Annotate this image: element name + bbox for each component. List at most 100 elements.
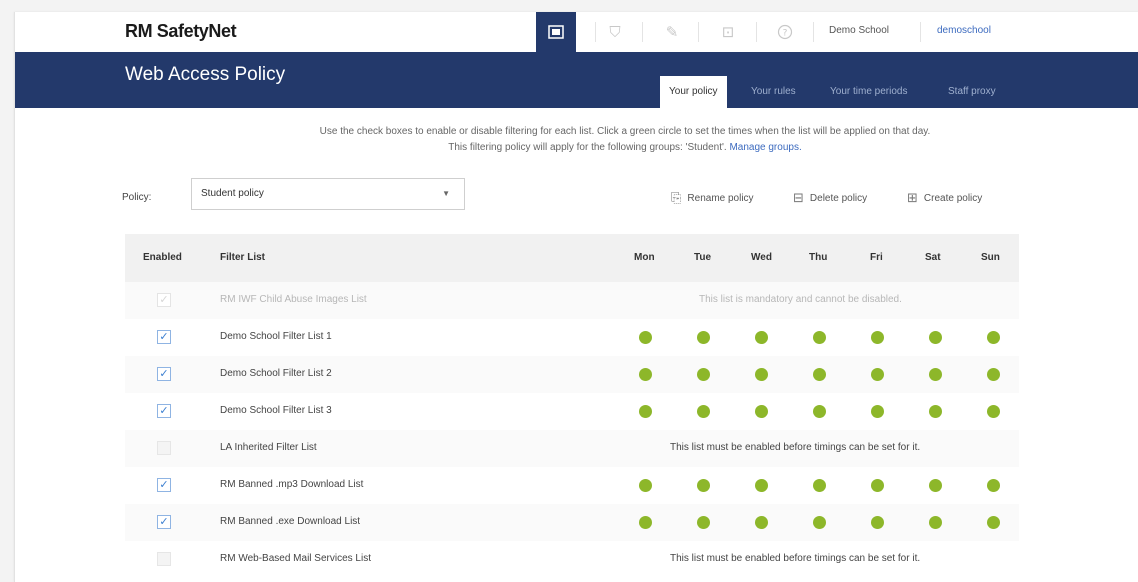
timing-dot-mon[interactable]: [639, 331, 652, 344]
mandatory-note: This list is mandatory and cannot be dis…: [699, 294, 902, 305]
enabled-checkbox[interactable]: [157, 552, 171, 566]
header-mon: Mon: [634, 252, 655, 263]
timing-dot-sat[interactable]: [929, 368, 942, 381]
header-filter-list: Filter List: [220, 252, 266, 263]
intro-groups-text: This filtering policy will apply for the…: [448, 142, 727, 153]
policy-dropdown[interactable]: Student policy ▼: [191, 178, 465, 210]
page-header: Web Access Policy Your policy Your rules…: [15, 52, 1138, 108]
timing-dot-fri[interactable]: [871, 405, 884, 418]
filter-list-name: Demo School Filter List 2: [220, 368, 332, 379]
delete-policy-button[interactable]: ⊟ Delete policy: [793, 190, 867, 206]
rename-policy-button[interactable]: ⎘ Rename policy: [671, 190, 754, 206]
username-link[interactable]: demoschool: [937, 25, 991, 36]
rename-icon: ⎘: [671, 190, 682, 205]
timing-dot-thu[interactable]: [813, 516, 826, 529]
header-sun: Sun: [981, 252, 1000, 263]
create-icon: ⊞: [907, 190, 918, 205]
timing-dot-wed[interactable]: [755, 516, 768, 529]
timing-dot-thu[interactable]: [813, 405, 826, 418]
create-policy-label: Create policy: [923, 192, 983, 204]
create-policy-button[interactable]: ⊞ Create policy: [907, 190, 982, 206]
header-fri: Fri: [870, 252, 883, 263]
timing-dot-sat[interactable]: [929, 479, 942, 492]
enabled-checkbox[interactable]: ✓: [157, 404, 171, 418]
timing-dot-tue[interactable]: [697, 331, 710, 344]
policy-selected-value: Student policy: [201, 188, 264, 199]
intro-text: Use the check boxes to enable or disable…: [125, 124, 1125, 156]
help-icon-glyph: ?: [777, 24, 793, 40]
manage-groups-link[interactable]: Manage groups.: [729, 142, 801, 153]
policy-icon[interactable]: [536, 12, 576, 52]
table-row: ✓ Demo School Filter List 1: [125, 319, 1019, 356]
monitor-icon[interactable]: ⊡: [708, 12, 748, 52]
table-row: ✓ RM Banned .exe Download List: [125, 504, 1019, 541]
filter-list-name: Demo School Filter List 3: [220, 405, 332, 416]
timing-dot-sun[interactable]: [987, 479, 1000, 492]
timing-dot-tue[interactable]: [697, 368, 710, 381]
timing-dot-sun[interactable]: [987, 405, 1000, 418]
timing-dot-fri[interactable]: [871, 516, 884, 529]
header-sat: Sat: [925, 252, 941, 263]
svg-text:?: ?: [783, 29, 788, 39]
enabled-checkbox[interactable]: ✓: [157, 367, 171, 381]
timing-dot-fri[interactable]: [871, 368, 884, 381]
table-row: ✓ RM IWF Child Abuse Images List This list…: [125, 282, 1019, 319]
timing-dot-fri[interactable]: [871, 479, 884, 492]
top-bar: RM SafetyNet ⛉ ✎ ⊡ ? Demo School demosch…: [15, 12, 1138, 52]
filter-table: Enabled Filter List Mon Tue Wed Thu Fri …: [125, 234, 1019, 578]
intro-line-2: This filtering policy will apply for the…: [125, 140, 1125, 156]
app-logo: RM SafetyNet: [125, 21, 237, 41]
timing-dot-sun[interactable]: [987, 331, 1000, 344]
timing-dot-tue[interactable]: [697, 479, 710, 492]
timing-dot-sat[interactable]: [929, 405, 942, 418]
timing-dot-tue[interactable]: [697, 405, 710, 418]
tools-icon[interactable]: ✎: [652, 12, 692, 52]
enable-required-note: This list must be enabled before timings…: [670, 553, 921, 564]
table-row: ✓ Demo School Filter List 3: [125, 393, 1019, 430]
help-icon[interactable]: ?: [765, 12, 805, 52]
table-row: ✓ Demo School Filter List 2: [125, 356, 1019, 393]
timing-dot-sat[interactable]: [929, 516, 942, 529]
tab-your-policy[interactable]: Your policy: [660, 76, 727, 108]
timing-dot-wed[interactable]: [755, 479, 768, 492]
enabled-checkbox[interactable]: ✓: [157, 515, 171, 529]
policy-icon-glyph: [548, 25, 564, 39]
intro-line-1: Use the check boxes to enable or disable…: [319, 126, 931, 137]
enabled-checkbox[interactable]: ✓: [157, 478, 171, 492]
table-body: ✓ RM IWF Child Abuse Images List This list…: [125, 282, 1019, 578]
timing-dot-wed[interactable]: [755, 331, 768, 344]
table-row: RM Web-Based Mail Services List This list…: [125, 541, 1019, 578]
timing-dot-thu[interactable]: [813, 368, 826, 381]
table-header: Enabled Filter List Mon Tue Wed Thu Fri …: [125, 234, 1019, 282]
timing-dot-thu[interactable]: [813, 479, 826, 492]
timing-dot-sat[interactable]: [929, 331, 942, 344]
timing-dot-mon[interactable]: [639, 516, 652, 529]
enabled-checkbox[interactable]: [157, 441, 171, 455]
timing-dot-mon[interactable]: [639, 405, 652, 418]
filter-list-name: LA Inherited Filter List: [220, 442, 317, 453]
enabled-checkbox[interactable]: ✓: [157, 330, 171, 344]
timing-dot-wed[interactable]: [755, 368, 768, 381]
school-name: Demo School: [829, 25, 890, 36]
delete-policy-label: Delete policy: [809, 192, 868, 204]
timing-dot-tue[interactable]: [697, 516, 710, 529]
timing-dot-fri[interactable]: [871, 331, 884, 344]
header-thu: Thu: [809, 252, 828, 263]
timing-dot-sun[interactable]: [987, 368, 1000, 381]
tab-your-rules[interactable]: Your rules: [742, 76, 805, 108]
policy-label: Policy:: [122, 192, 152, 203]
delete-icon: ⊟: [793, 190, 804, 205]
enabled-checkbox: ✓: [157, 293, 171, 307]
filter-list-name: RM Web-Based Mail Services List: [220, 553, 371, 564]
shield-icon[interactable]: ⛉: [595, 12, 635, 52]
table-row: ✓ RM Banned .mp3 Download List: [125, 467, 1019, 504]
header-tue: Tue: [694, 252, 712, 263]
timing-dot-wed[interactable]: [755, 405, 768, 418]
timing-dot-mon[interactable]: [639, 368, 652, 381]
tab-your-time-periods[interactable]: Your time periods: [821, 76, 916, 108]
timing-dot-mon[interactable]: [639, 479, 652, 492]
timing-dot-sun[interactable]: [987, 516, 1000, 529]
tab-staff-proxy[interactable]: Staff proxy: [939, 76, 1005, 108]
timing-dot-thu[interactable]: [813, 331, 826, 344]
page-title: Web Access Policy: [125, 64, 286, 85]
